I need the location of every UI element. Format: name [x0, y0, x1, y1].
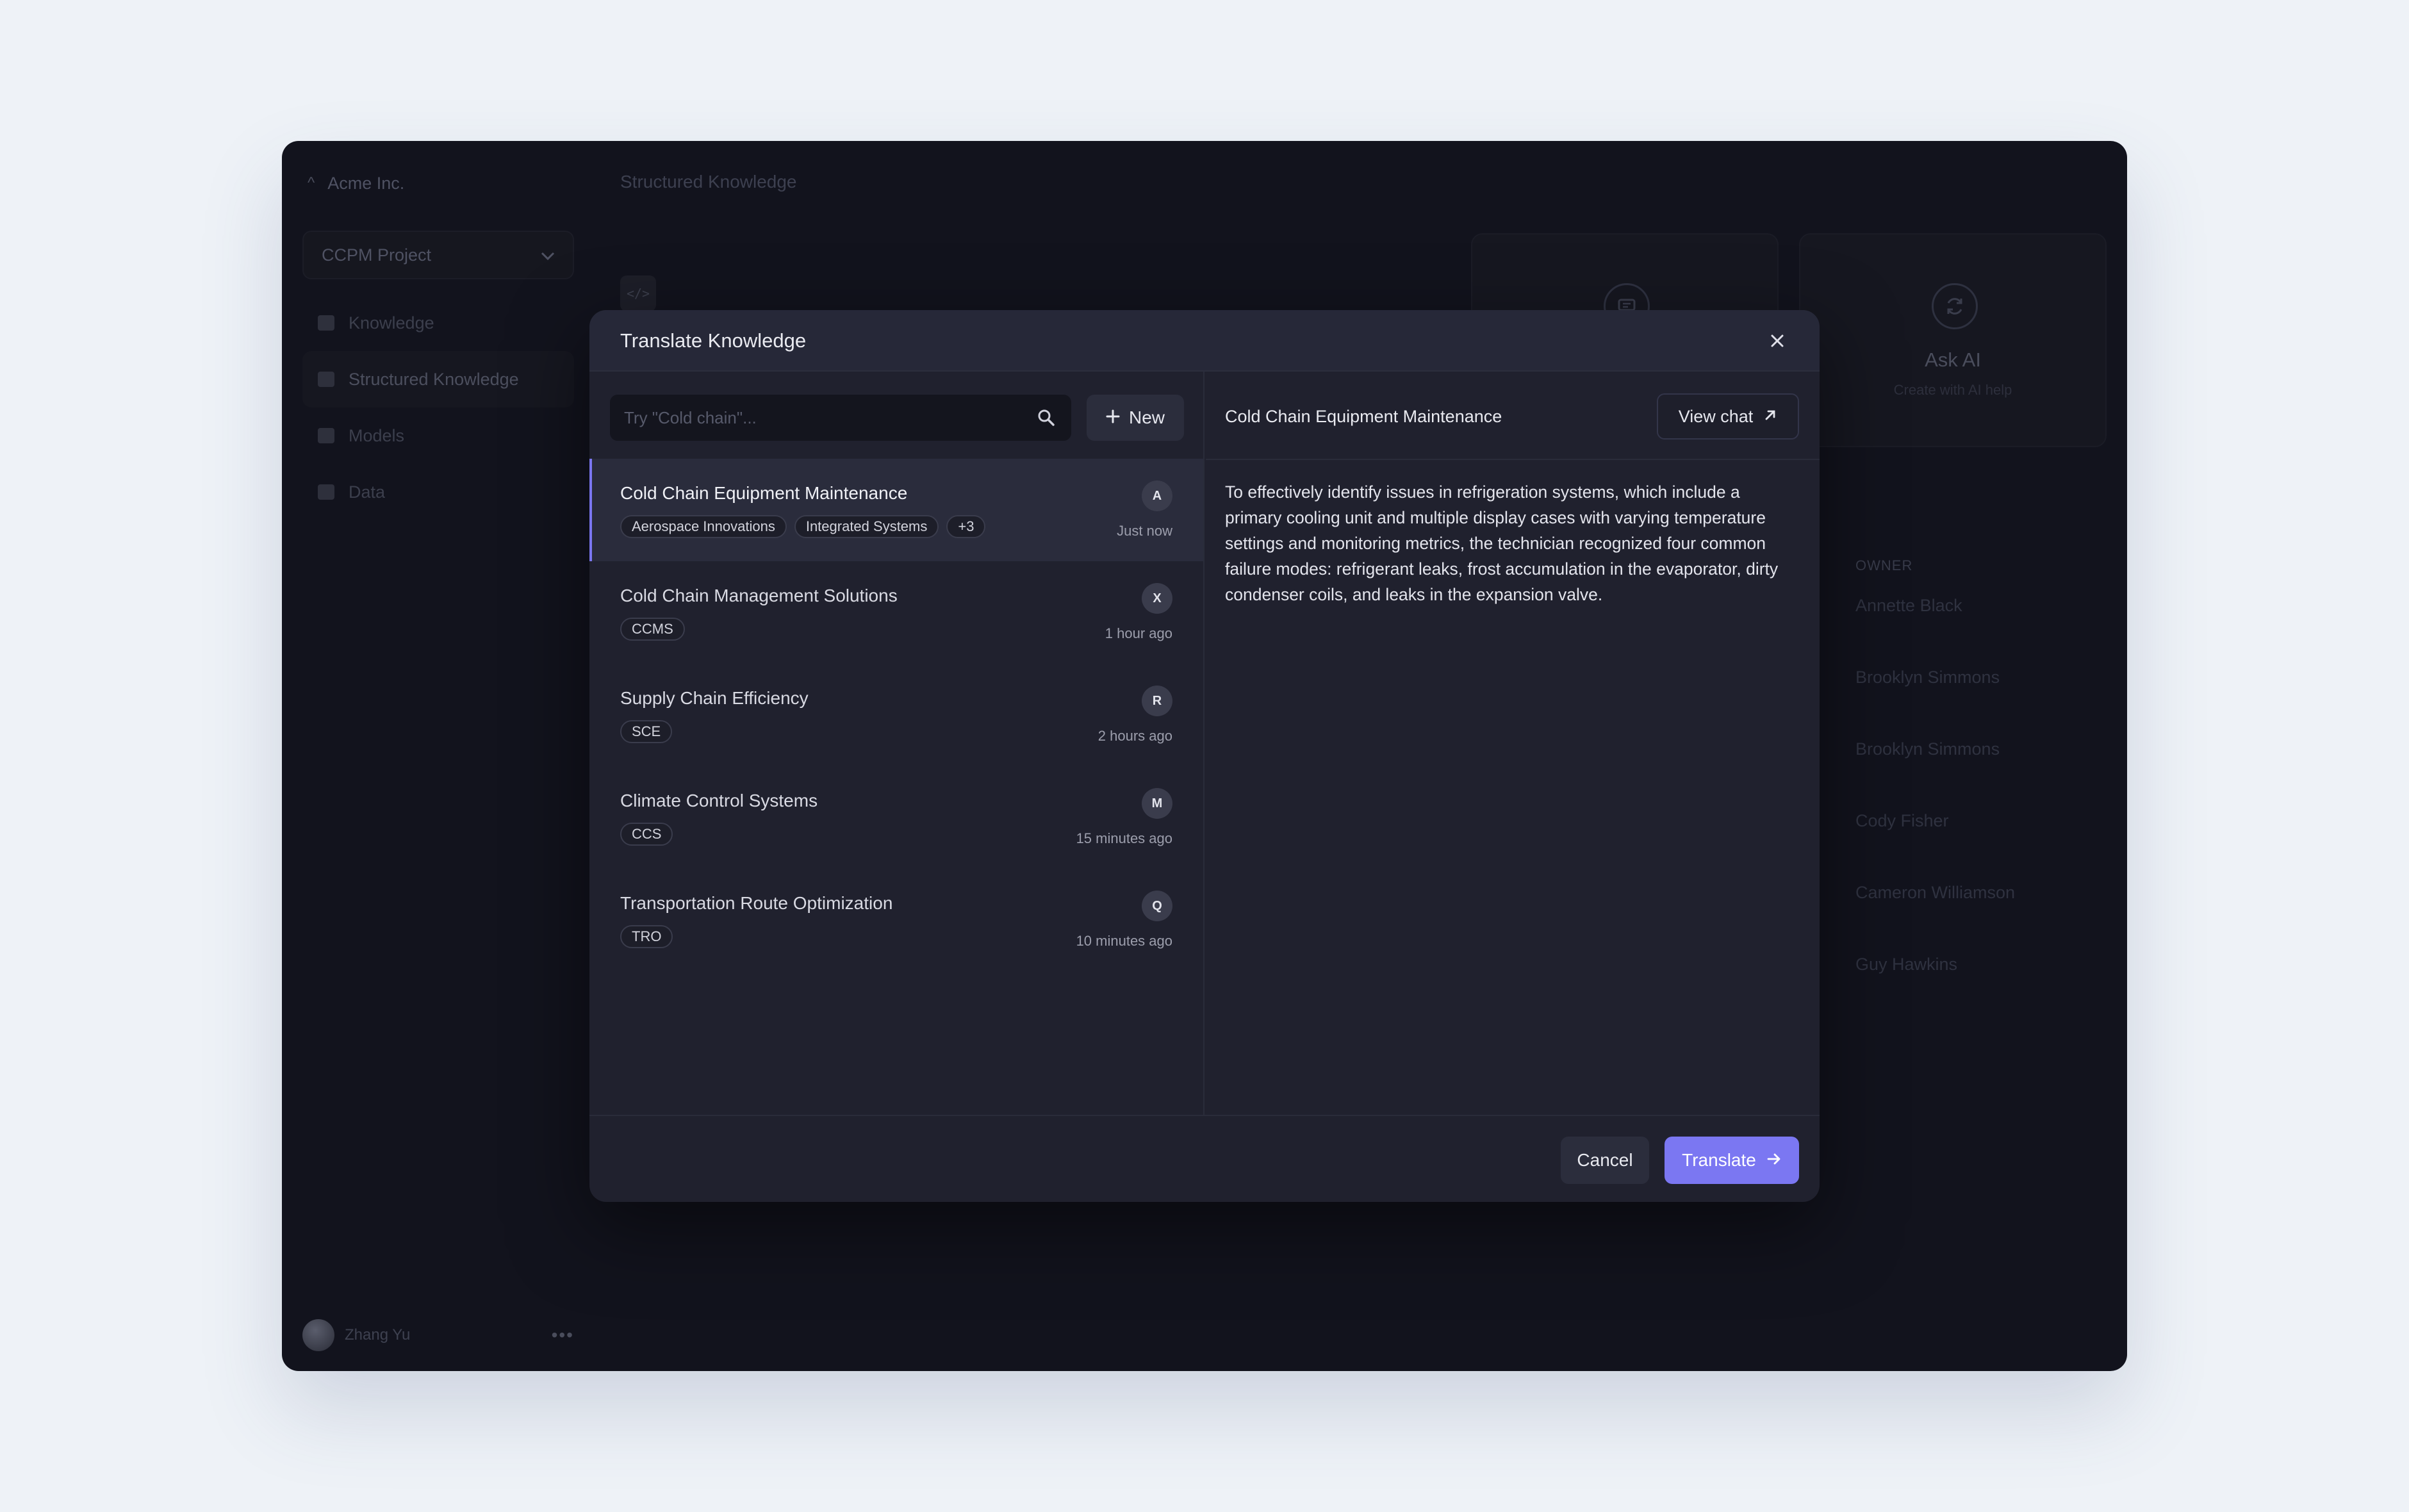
list-item-title: Climate Control Systems: [620, 791, 818, 810]
owner-avatar: M: [1142, 788, 1172, 819]
table-row: Guy Hawkins: [1855, 955, 1958, 974]
ask-ai-card[interactable]: Ask AI Create with AI help: [1799, 233, 2107, 447]
breadcrumb: Structured Knowledge: [620, 172, 797, 192]
ask-ai-title: Ask AI: [1925, 349, 1981, 371]
close-icon: [1770, 327, 1785, 354]
tag: CCS: [620, 823, 673, 846]
table-row: Brooklyn Simmons: [1855, 739, 2000, 759]
structure-icon: [318, 372, 334, 387]
user-name: Zhang Yu: [345, 1326, 411, 1344]
tag: Integrated Systems: [794, 515, 939, 538]
table-row: Annette Black: [1855, 596, 1962, 615]
sidebar-item-structured-knowledge[interactable]: Structured Knowledge: [302, 351, 574, 407]
close-button[interactable]: [1763, 327, 1791, 355]
translate-knowledge-modal: Translate Knowledge New Co: [589, 310, 1820, 1202]
database-icon: [318, 484, 334, 500]
arrow-right-icon: [1766, 1150, 1782, 1171]
sidebar-item-label: Data: [349, 482, 386, 502]
owner-column: OWNER Annette Black Brooklyn Simmons Bro…: [1855, 557, 2015, 1026]
detail-header: Cold Chain Equipment Maintenance View ch…: [1206, 372, 1820, 460]
chart-icon: [318, 428, 334, 443]
list-item-title: Supply Chain Efficiency: [620, 688, 809, 708]
tag-group: Aerospace Innovations Integrated Systems…: [620, 515, 986, 538]
sidebar-item-data[interactable]: Data: [302, 464, 574, 520]
sidebar-nav: Knowledge Structured Knowledge Models Da…: [302, 295, 574, 520]
tag-group: CCS: [620, 823, 673, 846]
tag-group: TRO: [620, 925, 673, 948]
tag: SCE: [620, 720, 673, 743]
more-icon[interactable]: •••: [552, 1325, 574, 1345]
avatar: [302, 1319, 334, 1351]
project-select[interactable]: CCPM Project: [302, 231, 574, 279]
chevron-down-icon: [541, 245, 555, 265]
owner-avatar: A: [1142, 481, 1172, 511]
chevron-up-icon: ^: [308, 174, 315, 192]
table-row: Brooklyn Simmons: [1855, 668, 2000, 687]
project-name: CCPM Project: [322, 245, 432, 265]
owner-avatar: X: [1142, 583, 1172, 614]
search-field: [610, 395, 1071, 441]
search-input[interactable]: [624, 407, 1035, 428]
book-icon: [318, 315, 334, 331]
view-chat-button[interactable]: View chat: [1657, 393, 1799, 440]
sidebar-item-label: Structured Knowledge: [349, 369, 519, 389]
ask-ai-subtitle: Create with AI help: [1893, 382, 2012, 398]
table-row: Cameron Williamson: [1855, 883, 2016, 902]
knowledge-list-pane: New Cold Chain Equipment Maintenance Aer…: [589, 372, 1204, 1115]
timestamp: 1 hour ago: [1105, 625, 1172, 641]
refresh-icon: [1932, 283, 1978, 329]
modal-footer: Cancel Translate: [589, 1115, 1820, 1202]
timestamp: Just now: [1117, 523, 1172, 539]
search-row: New: [610, 395, 1184, 441]
modal-title: Translate Knowledge: [620, 329, 807, 352]
tag-group: CCMS: [620, 618, 685, 641]
timestamp: 15 minutes ago: [1076, 830, 1172, 846]
list-item[interactable]: Transportation Route Optimization TRO Q …: [589, 869, 1203, 971]
owner-avatar: R: [1142, 686, 1172, 716]
arrow-up-right-icon: [1763, 407, 1777, 427]
new-button-label: New: [1128, 407, 1165, 427]
org-switcher[interactable]: ^ Acme Inc.: [308, 164, 404, 202]
list-item[interactable]: Supply Chain Efficiency SCE R 2 hours ag…: [589, 664, 1203, 766]
list-item[interactable]: Climate Control Systems CCS M 15 minutes…: [589, 766, 1203, 869]
tag-overflow-count[interactable]: +3: [946, 515, 986, 538]
sidebar: ^ Acme Inc. CCPM Project Knowledge Struc…: [282, 141, 589, 1371]
owner-avatar: Q: [1142, 891, 1172, 921]
sidebar-item-knowledge[interactable]: Knowledge: [302, 295, 574, 351]
list-item-title: Transportation Route Optimization: [620, 893, 893, 913]
org-name: Acme Inc.: [327, 173, 405, 193]
tag: TRO: [620, 925, 673, 948]
user-menu[interactable]: Zhang Yu •••: [302, 1316, 574, 1354]
list-item[interactable]: Cold Chain Equipment Maintenance Aerospa…: [589, 459, 1203, 561]
sidebar-item-label: Knowledge: [349, 313, 434, 333]
search-icon[interactable]: [1035, 407, 1057, 429]
timestamp: 2 hours ago: [1098, 728, 1172, 744]
detail-body: To effectively identify issues in refrig…: [1225, 482, 1779, 604]
timestamp: 10 minutes ago: [1076, 933, 1172, 949]
sidebar-item-models[interactable]: Models: [302, 407, 574, 464]
knowledge-list: Cold Chain Equipment Maintenance Aerospa…: [589, 459, 1203, 971]
tag-group: SCE: [620, 720, 673, 743]
modal-header: Translate Knowledge: [589, 310, 1820, 372]
sidebar-item-label: Models: [349, 425, 405, 445]
view-chat-label: View chat: [1678, 406, 1754, 426]
tag: Aerospace Innovations: [620, 515, 787, 538]
list-item[interactable]: Cold Chain Management Solutions CCMS X 1…: [589, 561, 1203, 664]
cancel-button[interactable]: Cancel: [1561, 1137, 1649, 1184]
plus-icon: [1106, 407, 1120, 428]
knowledge-detail-pane: Cold Chain Equipment Maintenance View ch…: [1206, 372, 1820, 1115]
tag: CCMS: [620, 618, 685, 641]
translate-button-label: Translate: [1682, 1150, 1756, 1170]
list-item-title: Cold Chain Equipment Maintenance: [620, 483, 908, 503]
list-item-title: Cold Chain Management Solutions: [620, 586, 898, 605]
code-icon: </>: [620, 275, 656, 311]
table-row: Cody Fisher: [1855, 811, 1949, 830]
translate-button[interactable]: Translate: [1665, 1137, 1799, 1184]
detail-title: Cold Chain Equipment Maintenance: [1225, 407, 1502, 426]
new-button[interactable]: New: [1087, 395, 1184, 441]
owner-column-header: OWNER: [1855, 557, 1913, 573]
